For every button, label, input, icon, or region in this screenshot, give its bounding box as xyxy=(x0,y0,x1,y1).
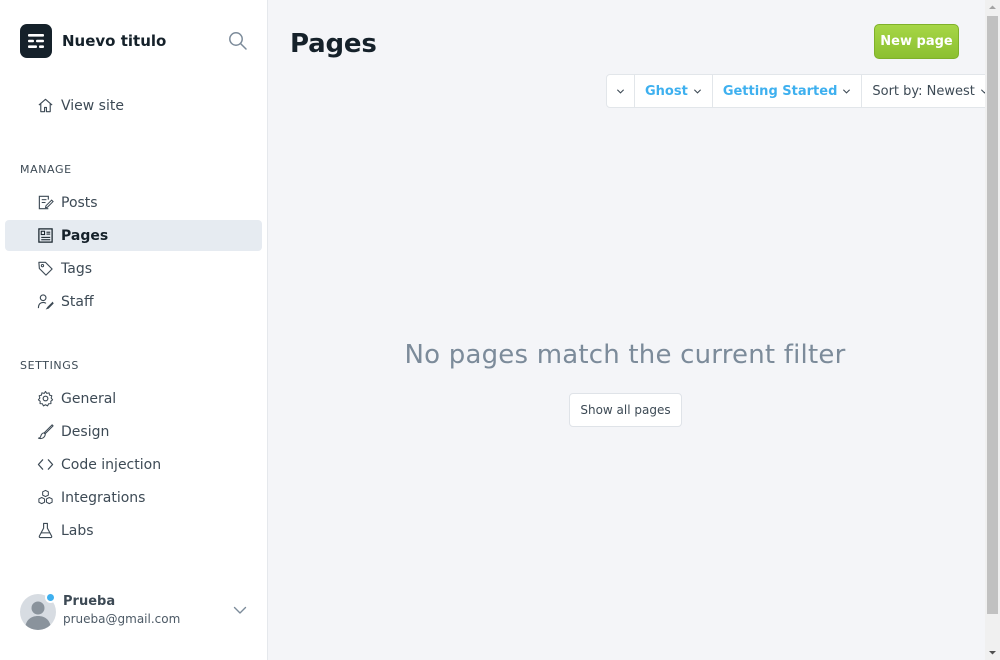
sidebar-item-pages[interactable]: Pages xyxy=(5,220,262,251)
author-filter-dropdown[interactable]: Ghost xyxy=(635,75,713,107)
user-name: Prueba xyxy=(63,594,116,609)
brand[interactable]: Nuevo titulo xyxy=(20,24,166,58)
sidebar-item-label: Posts xyxy=(61,194,98,211)
scroll-up-arrow-icon[interactable] xyxy=(985,0,1000,15)
sidebar: Nuevo titulo View site MANAGE Posts Page… xyxy=(0,0,268,660)
settings-section-label: SETTINGS xyxy=(20,359,79,372)
pages-icon xyxy=(36,227,54,245)
gear-icon xyxy=(36,390,54,408)
sort-dropdown[interactable]: Sort by: Newest xyxy=(862,75,999,107)
view-site-label: View site xyxy=(61,97,124,114)
user-email: prueba@gmail.com xyxy=(63,612,181,626)
sidebar-item-posts[interactable]: Posts xyxy=(5,187,262,218)
chevron-down-icon xyxy=(616,88,625,94)
new-page-button[interactable]: New page xyxy=(874,24,959,59)
sidebar-item-label: Labs xyxy=(61,522,94,539)
posts-icon xyxy=(36,194,54,212)
sidebar-item-label: Staff xyxy=(61,293,94,310)
tag-filter-dropdown[interactable]: Getting Started xyxy=(713,75,863,107)
code-icon xyxy=(36,456,54,474)
sidebar-item-label: General xyxy=(61,390,117,407)
staff-icon xyxy=(36,293,54,311)
user-menu[interactable]: Prueba prueba@gmail.com xyxy=(20,592,252,632)
tag-icon xyxy=(36,260,54,278)
sidebar-item-label: Design xyxy=(61,423,110,440)
sidebar-item-label: Tags xyxy=(61,260,92,277)
type-filter-dropdown[interactable] xyxy=(607,75,635,107)
scrollbar[interactable] xyxy=(985,0,1000,660)
sidebar-item-label: Pages xyxy=(61,227,109,244)
sort-label: Sort by: Newest xyxy=(872,83,975,99)
flask-icon xyxy=(36,522,54,540)
show-all-pages-button[interactable]: Show all pages xyxy=(569,393,682,427)
search-icon[interactable] xyxy=(228,31,248,51)
sidebar-item-staff[interactable]: Staff xyxy=(5,286,262,317)
integrations-icon xyxy=(36,489,54,507)
scroll-down-arrow-icon[interactable] xyxy=(985,645,1000,660)
page-title: Pages xyxy=(290,29,377,59)
sidebar-item-code-injection[interactable]: Code injection xyxy=(5,449,262,480)
sidebar-item-label: Integrations xyxy=(61,489,146,506)
sidebar-item-tags[interactable]: Tags xyxy=(5,253,262,284)
site-title: Nuevo titulo xyxy=(62,32,167,50)
view-site-link[interactable]: View site xyxy=(5,90,262,121)
chevron-down-icon xyxy=(693,88,701,94)
home-icon xyxy=(36,97,54,115)
sidebar-item-general[interactable]: General xyxy=(5,383,262,414)
sidebar-item-labs[interactable]: Labs xyxy=(5,515,262,546)
sidebar-item-label: Code injection xyxy=(61,456,162,473)
sidebar-item-design[interactable]: Design xyxy=(5,416,262,447)
filter-bar: Ghost Getting Started Sort by: Newest xyxy=(606,74,1000,108)
status-dot xyxy=(45,592,56,603)
scrollbar-thumb[interactable] xyxy=(987,16,998,614)
chevron-down-icon xyxy=(843,88,851,94)
sidebar-item-integrations[interactable]: Integrations xyxy=(5,482,262,513)
tag-filter-label: Getting Started xyxy=(722,83,838,99)
chevron-down-icon xyxy=(232,602,248,618)
author-filter-label: Ghost xyxy=(645,83,688,99)
empty-state-message: No pages match the current filter xyxy=(404,340,846,370)
ghost-logo-icon xyxy=(20,24,52,58)
brush-icon xyxy=(36,423,54,441)
manage-section-label: MANAGE xyxy=(20,163,72,176)
